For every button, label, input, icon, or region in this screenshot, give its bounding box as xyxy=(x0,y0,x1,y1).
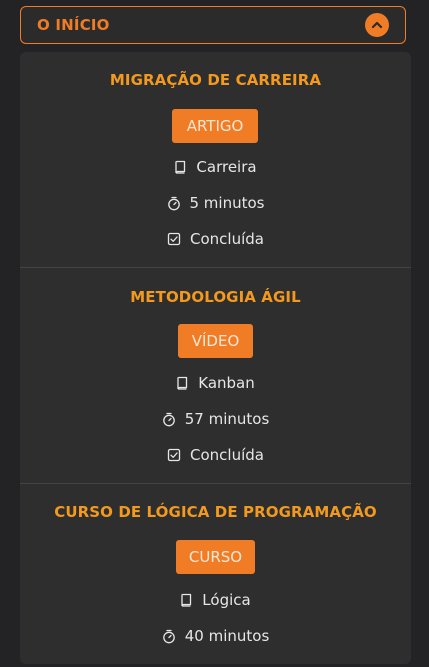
duration-row: 5 minutos xyxy=(20,193,411,213)
status-row: Concluída xyxy=(20,445,411,465)
book-icon xyxy=(177,376,188,390)
card-title: MIGRAÇÃO DE CARREIRA xyxy=(109,71,322,89)
duration-row: 57 minutos xyxy=(20,409,411,429)
type-badge[interactable]: VÍDEO xyxy=(178,324,253,358)
status-row: Concluída xyxy=(20,229,411,249)
duration-row: 40 minutos xyxy=(20,626,411,646)
chevron-up-icon[interactable] xyxy=(365,13,389,37)
status-label: Concluída xyxy=(190,230,264,248)
stopwatch-icon xyxy=(162,629,175,643)
duration-label: 40 minutos xyxy=(184,627,270,645)
category-row: Carreira xyxy=(20,157,411,177)
duration-label: 5 minutos xyxy=(189,194,265,212)
type-badge[interactable]: ARTIGO xyxy=(172,109,258,143)
accordion-header[interactable]: O INÍCIO xyxy=(20,6,406,44)
category-label: Lógica xyxy=(202,591,251,609)
accordion-title: O INÍCIO xyxy=(37,16,110,34)
content-screen: O INÍCIO MIGRAÇÃO DE CARREIRA ARTIGO Car… xyxy=(0,0,429,667)
category-label: Carreira xyxy=(196,158,257,176)
card-title: CURSO DE LÓGICA DE PROGRAMAÇÃO xyxy=(54,503,377,521)
stopwatch-icon xyxy=(162,412,175,426)
category-label: Kanban xyxy=(198,374,255,392)
book-icon xyxy=(175,160,186,174)
check-square-icon xyxy=(167,448,181,462)
divider xyxy=(20,483,411,484)
check-square-icon xyxy=(167,232,181,246)
divider xyxy=(20,267,411,268)
book-icon xyxy=(181,593,192,607)
stopwatch-icon xyxy=(167,196,180,210)
category-row: Kanban xyxy=(20,373,411,393)
category-row: Lógica xyxy=(20,590,411,610)
type-badge[interactable]: CURSO xyxy=(176,540,255,574)
accordion-panel: MIGRAÇÃO DE CARREIRA ARTIGO Carreira 5 m… xyxy=(20,52,411,664)
card-title: METODOLOGIA ÁGIL xyxy=(130,288,301,306)
duration-label: 57 minutos xyxy=(184,410,270,428)
status-label: Concluída xyxy=(190,446,264,464)
